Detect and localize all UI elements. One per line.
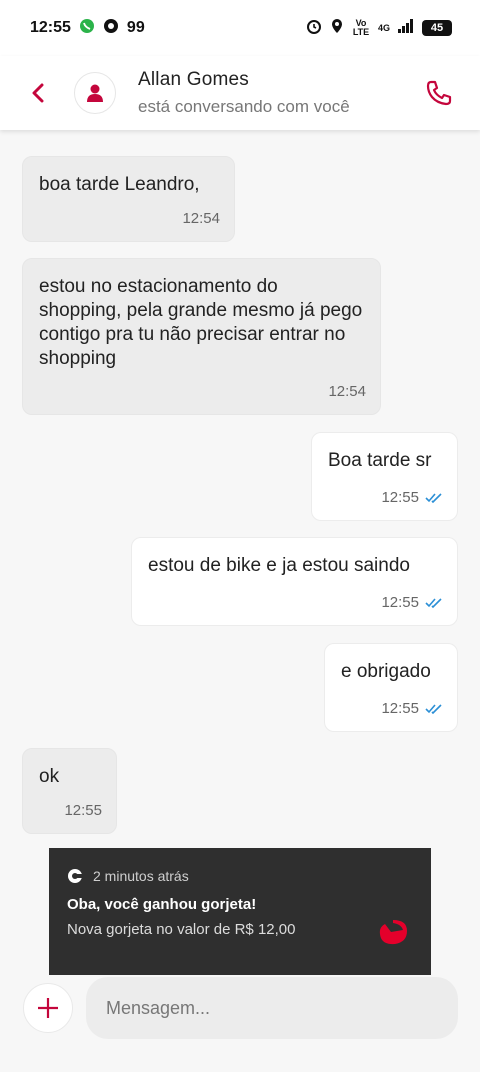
contact-status: está conversando com você xyxy=(138,97,350,116)
message-time-text: 12:55 xyxy=(64,802,102,819)
alarm-icon xyxy=(306,18,322,39)
message-time-text: 12:54 xyxy=(182,210,220,227)
message-text: boa tarde Leandro, xyxy=(39,174,200,195)
message-outgoing[interactable]: Boa tarde sr 12:55 xyxy=(311,432,458,521)
message-text: e obrigado xyxy=(341,661,431,682)
message-time-text: 12:55 xyxy=(381,489,419,506)
plus-icon xyxy=(38,998,58,1018)
app-notification-icon xyxy=(103,18,119,39)
notification-count: 99 xyxy=(126,19,145,36)
add-attachment-button[interactable] xyxy=(23,983,73,1033)
message-time: 12:54 xyxy=(328,380,366,404)
chat-header: Allan Gomes está conversando com você xyxy=(0,56,480,130)
call-button[interactable] xyxy=(418,72,460,114)
status-right: Vo LTE 4G 45 xyxy=(306,18,452,39)
chevron-left-icon xyxy=(32,83,44,103)
message-outgoing[interactable]: e obrigado 12:55 xyxy=(324,643,458,732)
brand-logo-icon xyxy=(379,920,407,945)
message-time-text: 12:55 xyxy=(381,700,419,717)
network-type: 4G xyxy=(377,22,390,33)
message-input[interactable] xyxy=(86,977,458,1039)
person-icon xyxy=(87,84,103,102)
contact-info: Allan Gomes está conversando com você xyxy=(138,69,350,117)
notification-header: 2 minutos atrás xyxy=(67,868,413,884)
status-bar: 12:55 99 Vo LTE 4G 45 xyxy=(0,0,480,56)
tip-notification[interactable]: 2 minutos atrás Oba, você ganhou gorjeta… xyxy=(49,848,431,975)
double-check-icon xyxy=(425,598,442,609)
battery-indicator: 45 xyxy=(422,20,452,36)
message-incoming[interactable]: estou no estacionamento do shopping, pel… xyxy=(22,258,381,415)
phone-icon xyxy=(426,80,452,106)
navigation-bar xyxy=(0,1066,480,1072)
double-check-icon xyxy=(425,493,442,504)
message-time: 12:55 xyxy=(381,591,443,615)
message-text: Boa tarde sr xyxy=(328,450,432,471)
notification-time: 2 minutos atrás xyxy=(93,868,189,884)
message-time-text: 12:54 xyxy=(328,383,366,400)
message-time: 12:55 xyxy=(64,799,102,823)
message-incoming[interactable]: boa tarde Leandro, 12:54 xyxy=(22,156,235,242)
message-outgoing[interactable]: estou de bike e ja estou saindo 12:55 xyxy=(131,537,458,626)
message-text: estou de bike e ja estou saindo xyxy=(148,555,410,576)
notification-body: Nova gorjeta no valor de R$ 12,00 xyxy=(67,921,296,938)
status-time: 12:55 xyxy=(30,19,71,36)
signal-icon xyxy=(398,18,414,38)
back-button[interactable] xyxy=(18,73,58,113)
message-composer xyxy=(0,975,480,1072)
avatar[interactable] xyxy=(74,72,116,114)
message-text: estou no estacionamento do shopping, pel… xyxy=(39,276,363,369)
whatsapp-icon xyxy=(79,18,95,39)
message-time: 12:55 xyxy=(381,697,443,721)
app-logo-icon xyxy=(68,869,83,883)
notification-title: Oba, você ganhou gorjeta! xyxy=(67,896,257,913)
volte-label: Vo LTE xyxy=(352,18,370,37)
status-left: 12:55 99 xyxy=(30,18,145,39)
contact-name: Allan Gomes xyxy=(138,69,249,90)
message-time: 12:54 xyxy=(182,207,220,231)
message-incoming[interactable]: ok 12:55 xyxy=(22,748,117,834)
message-time: 12:55 xyxy=(381,486,443,510)
double-check-icon xyxy=(425,704,442,715)
message-text: ok xyxy=(39,766,60,787)
message-time-text: 12:55 xyxy=(381,594,419,611)
location-icon xyxy=(330,18,344,39)
